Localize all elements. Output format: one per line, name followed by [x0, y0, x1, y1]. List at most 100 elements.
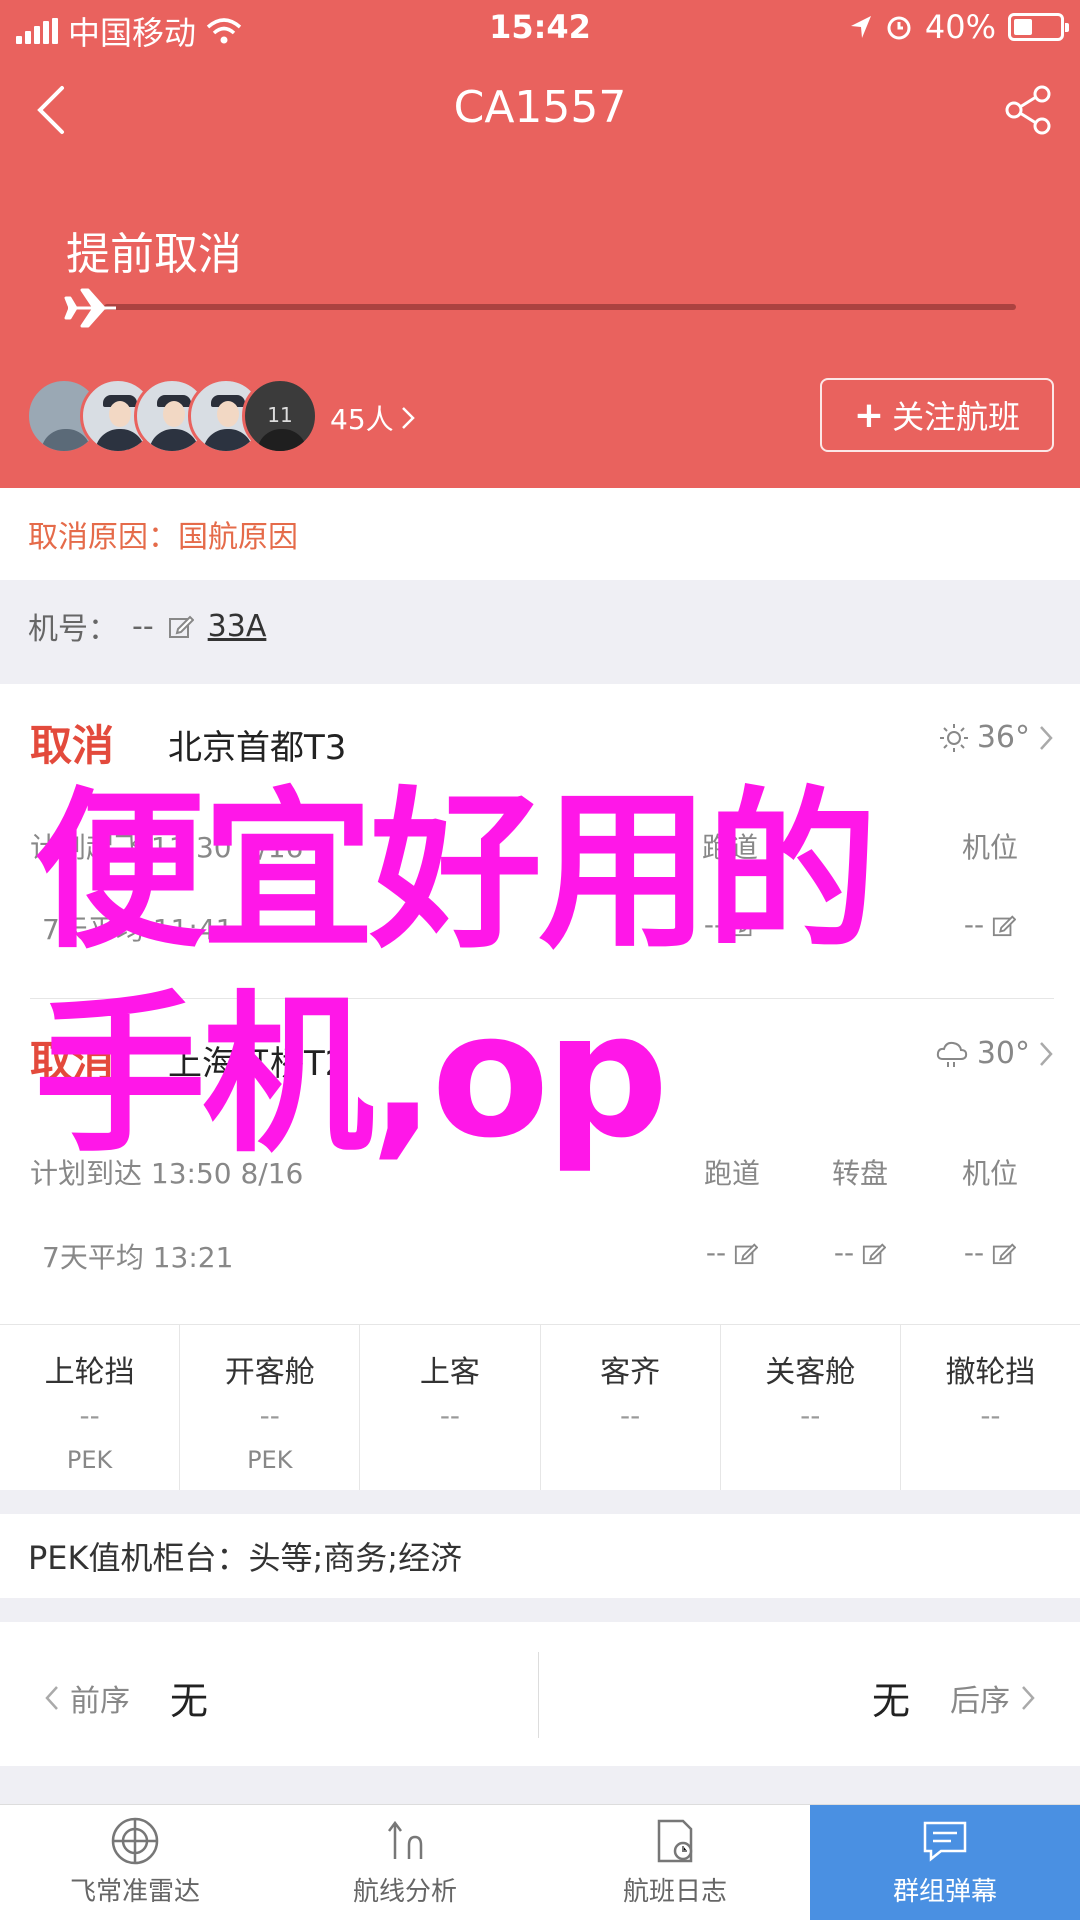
divider [30, 998, 1054, 999]
tab-label: 飞常准雷达 [69, 1877, 200, 1907]
departure-weather: 36° [939, 720, 1054, 755]
edit-icon [735, 1242, 759, 1264]
departure-runway-header: 跑道 [701, 831, 758, 864]
arrival-weather: 30° [935, 1036, 1054, 1071]
stage-place: PEK [66, 1446, 113, 1474]
tab-route-analysis[interactable]: 航线分析 [270, 1805, 540, 1920]
stage-time: -- [800, 1399, 821, 1432]
flight-header: 中国移动 15:42 40% CA1557 提前取消 11 45人 + 关注航班 [0, 0, 1080, 488]
next-label: 后序 [950, 1683, 1010, 1719]
cloud-rain-icon [936, 1041, 967, 1067]
departure-stand[interactable]: -- [930, 908, 1050, 941]
stage-item: 客齐 -- [541, 1325, 721, 1490]
log-icon [657, 1819, 693, 1863]
edit-icon [993, 1242, 1017, 1264]
stage-label: 上客 [419, 1355, 480, 1390]
previous-flight[interactable]: 前序 无 [44, 1670, 208, 1725]
flight-status: 提前取消 [66, 229, 242, 280]
edit-icon [863, 1242, 887, 1264]
departure-stand-value: -- [963, 908, 985, 941]
arrival-planned: 计划到达 13:50 8/16 [30, 1157, 304, 1190]
route-icon [388, 1820, 423, 1859]
checkin-counter: PEK值机柜台：头等;商务;经济 [0, 1514, 1080, 1598]
tab-label: 航班日志 [622, 1877, 727, 1907]
departure-stand-header: 机位 [961, 831, 1018, 864]
plus-icon: + [853, 394, 885, 436]
arrival-airport: 上海虹桥T2 [168, 1044, 347, 1084]
departure-runway-value: -- [703, 908, 725, 941]
status-bar: 中国移动 15:42 40% [0, 0, 1080, 56]
stage-label: 关客舱 [765, 1355, 856, 1390]
arrival-stand[interactable]: -- [930, 1236, 1050, 1269]
flight-progress [64, 286, 1016, 328]
battery-icon [1008, 13, 1069, 41]
previous-label: 前序 [70, 1683, 130, 1719]
arrival-runway[interactable]: -- [672, 1236, 792, 1269]
stage-place: PEK [247, 1446, 293, 1474]
edit-icon[interactable] [168, 613, 194, 639]
tab-group-danmaku[interactable]: 群组弹幕 [810, 1805, 1080, 1920]
stage-item: 撤轮挡 -- [901, 1325, 1080, 1490]
prev-next-flights: 前序 无 无 后序 [0, 1622, 1080, 1766]
airport-section: 取消 北京首都T3 36° 计划起飞 11:30 6/16 跑道 机位 7天平均… [0, 684, 1080, 1324]
avatar: 11 [242, 378, 318, 454]
departure-planned: 计划起飞 11:30 6/16 [30, 831, 304, 864]
chevron-right-icon [1040, 725, 1053, 750]
stage-time: -- [79, 1399, 100, 1432]
chevron-right-icon [1040, 1041, 1053, 1066]
arrival-runway-header: 跑道 [703, 1157, 760, 1190]
follower-avatars[interactable]: 11 [26, 378, 318, 454]
tab-radar[interactable]: 飞常准雷达 [0, 1805, 270, 1920]
stage-time: -- [619, 1399, 641, 1432]
departure-airport: 北京首都T3 [168, 728, 347, 768]
stage-label: 开客舱 [224, 1355, 315, 1390]
stage-label: 客齐 [600, 1355, 661, 1390]
departure-runway[interactable]: -- [670, 908, 790, 941]
progress-track [104, 304, 1016, 310]
arrival-carousel[interactable]: -- [800, 1236, 920, 1269]
next-flight[interactable]: 无 后序 [872, 1670, 1036, 1725]
arrival-carousel-header: 转盘 [831, 1157, 888, 1190]
departure-status: 取消 [30, 721, 115, 770]
location-arrow-icon [850, 16, 871, 38]
arrival-runway-value: -- [705, 1236, 727, 1269]
chat-icon [923, 1821, 967, 1862]
stage-item: 上客 -- [360, 1325, 541, 1490]
next-value: 无 [871, 1679, 910, 1723]
share-icon[interactable] [996, 78, 1060, 142]
departure-temperature: 36° [976, 720, 1030, 755]
stage-time: -- [980, 1399, 1001, 1432]
tab-flight-log[interactable]: 航班日志 [540, 1805, 810, 1920]
stage-time: -- [439, 1399, 461, 1432]
alarm-icon [887, 16, 911, 40]
radar-icon [111, 1817, 159, 1865]
arrival-status: 取消 [30, 1037, 115, 1086]
stage-label: 上轮挡 [44, 1355, 135, 1390]
followers-link[interactable]: 45人 [330, 398, 416, 438]
registration-value: -- [132, 608, 154, 644]
stage-item: 开客舱 -- PEK [180, 1325, 361, 1490]
stage-label: 撤轮挡 [945, 1355, 1036, 1390]
edit-icon [993, 914, 1017, 936]
arrival-stand-header: 机位 [961, 1157, 1018, 1190]
tab-label: 群组弹幕 [892, 1877, 997, 1907]
arrival-average: 7天平均 13:21 [42, 1241, 234, 1274]
registration-label: 机号： [28, 612, 118, 647]
registration-row: 机号： -- 33A [0, 580, 1080, 672]
chevron-right-icon [401, 407, 415, 429]
ground-stages: 上轮挡 -- PEK 开客舱 -- PEK 上客 -- 客齐 -- 关客舱 -- 撤轮挡 -- [0, 1324, 1080, 1490]
arrival-carousel-value: -- [833, 1236, 855, 1269]
followers-count: 45人 [330, 403, 394, 436]
edit-icon [733, 914, 757, 936]
arrival-temperature: 30° [976, 1036, 1030, 1071]
follow-flight-button[interactable]: + 关注航班 [820, 378, 1054, 452]
avatar-jersey-number: 11 [267, 403, 293, 427]
aircraft-type-link[interactable]: 33A [208, 609, 267, 644]
nav-bar: CA1557 [0, 60, 1080, 160]
departure-average: 7天平均 11:41 [42, 913, 234, 946]
plane-icon [64, 288, 116, 328]
page-title: CA1557 [453, 82, 627, 133]
sun-icon [939, 723, 968, 752]
follow-button-label: 关注航班 [892, 398, 1021, 436]
stage-time: -- [259, 1399, 280, 1432]
